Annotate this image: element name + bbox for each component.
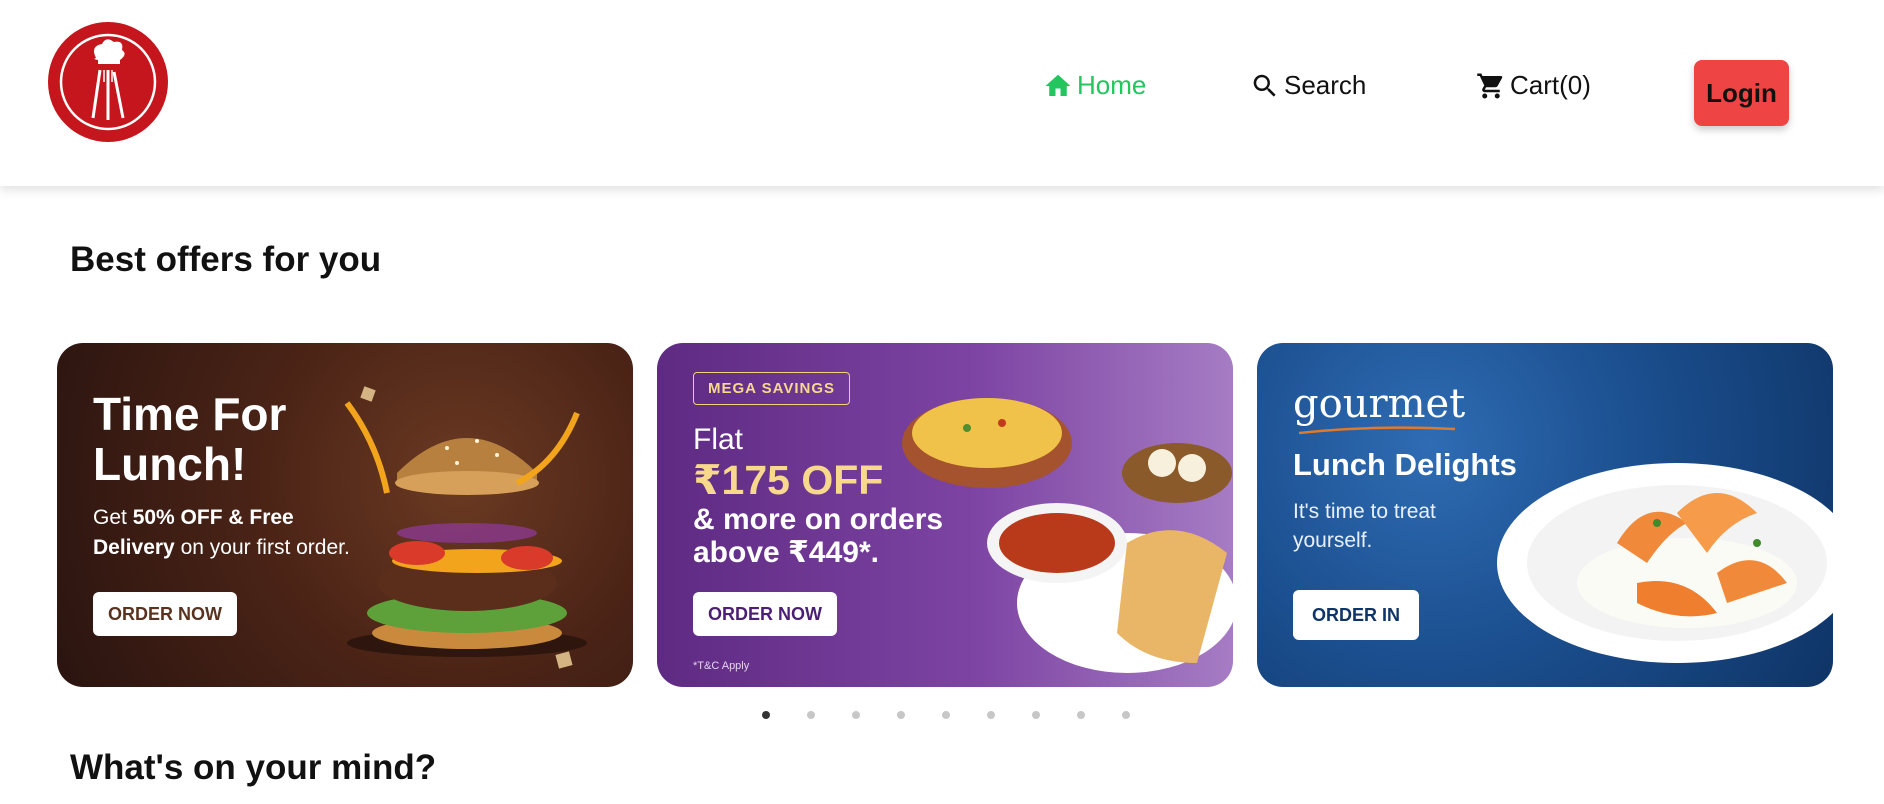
- chef-logo-icon: [52, 26, 164, 138]
- best-offers-title: Best offers for you: [70, 240, 382, 279]
- cart-icon: [1477, 73, 1503, 98]
- offer-card-lunch[interactable]: Time For Lunch! Get 50% OFF & Free Deliv…: [57, 343, 633, 687]
- tc-note: *T&C Apply: [693, 660, 750, 672]
- order-now-button[interactable]: ORDER NOW: [693, 592, 837, 636]
- nav-search-label: Search: [1284, 70, 1367, 100]
- carousel-dots: [762, 711, 1130, 719]
- nav-home[interactable]: Home: [1043, 70, 1146, 101]
- offer-card-mega-savings[interactable]: MEGA SAVINGS Flat ₹175 OFF & more on ord…: [657, 343, 1233, 687]
- gourmet-brand: gourmet: [1293, 381, 1466, 427]
- carousel-dot[interactable]: [807, 711, 815, 719]
- site-header: Home Search Cart(0) Login: [0, 0, 1884, 186]
- card-subtext: Get 50% OFF & Free Delivery on your firs…: [93, 506, 350, 559]
- carousel-dot[interactable]: [897, 711, 905, 719]
- order-in-button[interactable]: ORDER IN: [1293, 590, 1419, 640]
- flat-label: Flat: [693, 423, 744, 456]
- carousel-dot[interactable]: [942, 711, 950, 719]
- mega-savings-badge: MEGA SAVINGS: [693, 372, 851, 405]
- home-icon: [1045, 74, 1071, 96]
- order-now-button[interactable]: ORDER NOW: [93, 592, 237, 636]
- discount-amount: ₹175 OFF: [693, 457, 884, 503]
- carousel-dot[interactable]: [1122, 711, 1130, 719]
- carousel-dot[interactable]: [762, 711, 770, 719]
- offer-card-gourmet[interactable]: gourmet Lunch Delights It's time to trea…: [1257, 343, 1833, 687]
- carousel-dot[interactable]: [987, 711, 995, 719]
- min-order-text: & more on orders above ₹449*.: [693, 503, 944, 569]
- nav-cart-label: Cart(0): [1510, 70, 1591, 100]
- card-subtext: It's time to treat yourself.: [1293, 500, 1436, 552]
- carousel-dot[interactable]: [1077, 711, 1085, 719]
- card-headline: Time For Lunch!: [93, 388, 287, 490]
- carousel-dot[interactable]: [1032, 711, 1040, 719]
- nav-cart[interactable]: Cart(0): [1476, 70, 1591, 101]
- search-icon: [1253, 74, 1276, 97]
- login-button[interactable]: Login: [1694, 60, 1789, 126]
- chef-logo[interactable]: [48, 22, 168, 142]
- carousel-dot[interactable]: [852, 711, 860, 719]
- nav-search[interactable]: Search: [1250, 70, 1366, 101]
- brand-underline: [1298, 426, 1456, 435]
- card-headline: Lunch Delights: [1293, 447, 1517, 482]
- nav-home-label: Home: [1077, 70, 1147, 100]
- whats-on-mind-title: What's on your mind?: [70, 748, 437, 787]
